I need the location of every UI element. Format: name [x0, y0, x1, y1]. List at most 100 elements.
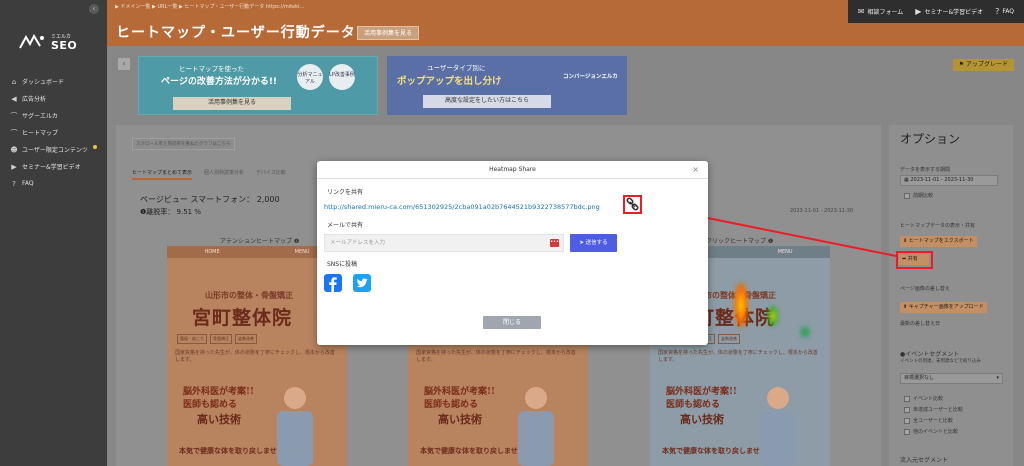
sidebar-item-label: ダッシュボード	[22, 79, 65, 86]
modal-title: Heatmap Share	[489, 166, 536, 173]
banner-cta: 高度な設定をしたい方はこちら	[423, 95, 551, 108]
click-heat-spot	[734, 282, 748, 328]
site-clinic-name: 宮町整体院	[192, 307, 293, 329]
autofill-icon[interactable]: •••	[550, 239, 559, 247]
close-icon[interactable]: ×	[692, 161, 699, 179]
sidebar-item-heatmap[interactable]: ⌒ ヒートマップ	[10, 124, 97, 141]
site-headline: 脳外科医が考案!!	[424, 387, 495, 397]
inflow-segment-label: 流入元セグメント	[900, 457, 949, 464]
sidebar-item-faq[interactable]: ? FAQ	[10, 175, 97, 192]
sidebar-item-label: FAQ	[22, 180, 34, 187]
pageview-value: 2,000	[256, 195, 280, 204]
options-title: オプション	[900, 132, 961, 146]
heatmap-cases-banner[interactable]: ヒートマップを使った ページの改善方法が分かる!! 分析マニュアル LP改善事例…	[138, 56, 378, 115]
question-icon: ?	[12, 179, 16, 188]
banner-cta: 活用事例集を見る	[173, 97, 291, 110]
banner-line: ヒートマップを使った	[179, 65, 244, 73]
event-check[interactable]: イベント比較	[904, 395, 943, 402]
sidebar: ‹ ミエルカ SEO ⌂ ダッシュボード ◀ 広告分析 ⌒ サグーエルカ ⌒ ヒートマッ…	[0, 0, 107, 466]
share-highlight-box	[896, 251, 933, 269]
send-button[interactable]: ➤ 送信する	[570, 234, 617, 252]
site-city: 山形市の整体・骨盤矯正	[205, 291, 293, 300]
update-log-link[interactable]: 最新の差し替え日	[900, 320, 940, 327]
scroll-rate-link[interactable]: スクロール率と熟読率を重ねたグラフはこちら	[132, 138, 235, 150]
email-placeholder: メールアドレスを入力	[330, 240, 386, 246]
event-check[interactable]: 未達成ユーザーと比較	[904, 406, 963, 413]
export-label: ヒートマップデータの表示・共有	[900, 223, 976, 229]
click-heat-spot	[800, 326, 810, 338]
logo-small-icon: ⌒	[10, 111, 18, 120]
banner-brand: コンバージョンエルカ	[563, 74, 618, 80]
export-heatmap-button[interactable]: ⬇ ヒートマップをエクスポート	[900, 236, 977, 247]
send-label: 送信する	[585, 240, 608, 246]
change-page-label: ページ画像の差し替え	[900, 286, 950, 292]
email-share-label: メールで共有	[327, 222, 364, 229]
exit-rate-label: ❶離脱率：	[140, 208, 175, 216]
doctor-photo	[518, 387, 554, 466]
faq-label: FAQ	[1002, 8, 1014, 15]
chevron-down-icon: ▾	[996, 375, 999, 381]
back-button[interactable]: ‹	[118, 58, 130, 70]
seminar-label: セミナー&学習ビデオ	[924, 9, 984, 16]
site-nav-menu: MENU	[294, 249, 310, 255]
site-body: 国家資格を持った先生が、体の状態を丁寧にチェックし、根本から改善します。	[416, 350, 576, 363]
sidebar-item-label: ユーザー限定コンテンツ	[22, 147, 88, 154]
sidebar-item-ads[interactable]: ◀ 広告分析	[10, 90, 97, 107]
exit-rate-stat: ❶離脱率： 9.51 %	[140, 207, 201, 217]
share-url-link[interactable]: http://shared.mieru-ca.com/651302925/2cb…	[324, 203, 600, 211]
sidebar-item-label: ヒートマップ	[22, 130, 59, 137]
copy-link-button[interactable]	[623, 195, 642, 214]
event-check[interactable]: 全ユーザーと比較	[904, 417, 953, 424]
facebook-icon	[329, 277, 337, 292]
site-headline: 高い技術	[680, 413, 724, 426]
sidebar-item-label: サグーエルカ	[22, 113, 58, 120]
top-bar: ✉ 相談フォーム ▶ セミナー&学習ビデオ ? FAQ	[847, 0, 1024, 23]
event-check[interactable]: 他のイベントと比較	[904, 428, 958, 435]
event-select[interactable]: 目標選択なし ▾	[900, 373, 1003, 384]
popup-banner[interactable]: ユーザータイプ別に ポップアップを出し分け コンバージョンエルカ 高度な設定をし…	[387, 56, 627, 115]
sidebar-item-saguerca[interactable]: ⌒ サグーエルカ	[10, 107, 97, 124]
event-segment-label: ●イベントセグメント	[900, 351, 960, 358]
previous-compare-checkbox[interactable]: 前期比較	[904, 192, 933, 199]
video-icon: ▶	[11, 162, 17, 171]
banner-line: ポップアップを出し分け	[397, 76, 502, 87]
upload-capture-button[interactable]: ⬆ キャプチャー画像をアップロード	[900, 302, 987, 313]
site-tag: 姿勢改善	[235, 334, 257, 344]
tab-device[interactable]: デバイス比較	[256, 169, 286, 180]
sidebar-collapse-button[interactable]: ‹	[89, 4, 99, 14]
upload-label: キャプチャー画像をアップロード	[908, 304, 984, 310]
site-headline: 医師も認める	[183, 400, 238, 410]
close-button[interactable]: 閉じる	[483, 316, 541, 329]
checkbox-box	[904, 417, 910, 424]
banner-line: ページの改善方法が分かる!!	[161, 77, 278, 87]
site-tag: 腰痛・肩こり	[177, 334, 207, 344]
doctor-photo	[760, 387, 796, 466]
logo[interactable]: ミエルカ SEO	[18, 33, 77, 51]
period-select[interactable]: ▦ 2023-11-01 - 2023-11-30	[900, 175, 998, 186]
home-icon: ⌂	[11, 77, 17, 86]
facebook-share-button[interactable]	[324, 274, 342, 292]
checkbox-label: 未達成ユーザーと比較	[913, 407, 963, 413]
tab-individual[interactable]: 個人別熟読率分析	[204, 169, 244, 180]
sidebar-item-dashboard[interactable]: ⌂ ダッシュボード	[10, 73, 97, 90]
modal-header: Heatmap Share ×	[317, 161, 708, 179]
faq-link[interactable]: ? FAQ	[995, 7, 1014, 16]
breadcrumb[interactable]: ▶ ドメイン一覧 ▶ URL一覧 ▶ ヒートマップ・ユーザー行動データ http…	[115, 3, 304, 10]
sidebar-item-user-content[interactable]: ☻ ユーザー限定コンテンツ	[10, 141, 97, 158]
site-nav-home: HOME	[204, 249, 220, 255]
cases-button[interactable]: 活用事例集を見る	[357, 26, 420, 40]
upgrade-button[interactable]: ⚑ アップグレード	[952, 59, 1014, 71]
upgrade-icon: ⚑	[958, 61, 966, 68]
sidebar-item-seminar[interactable]: ▶ セミナー&学習ビデオ	[10, 158, 97, 175]
email-field[interactable]: メールアドレスを入力 •••	[324, 234, 564, 252]
tab-summary[interactable]: ヒートマップまとめて表示	[132, 169, 193, 180]
page-header: ▶ ドメイン一覧 ▶ URL一覧 ▶ ヒートマップ・ユーザー行動データ http…	[107, 0, 1024, 46]
seminar-link[interactable]: ▶ セミナー&学習ビデオ	[915, 7, 983, 16]
site-body: 国家資格を持った先生が、体の状態を丁寧にチェックし、根本から改善します。	[175, 350, 335, 363]
logo-small-icon: ⌒	[10, 128, 18, 137]
site-headline: 医師も認める	[666, 400, 721, 410]
sns-share-label: SNSに投稿	[327, 261, 358, 268]
twitter-share-button[interactable]	[353, 274, 371, 292]
link-icon	[626, 197, 639, 211]
contact-link[interactable]: ✉ 相談フォーム	[858, 7, 904, 16]
